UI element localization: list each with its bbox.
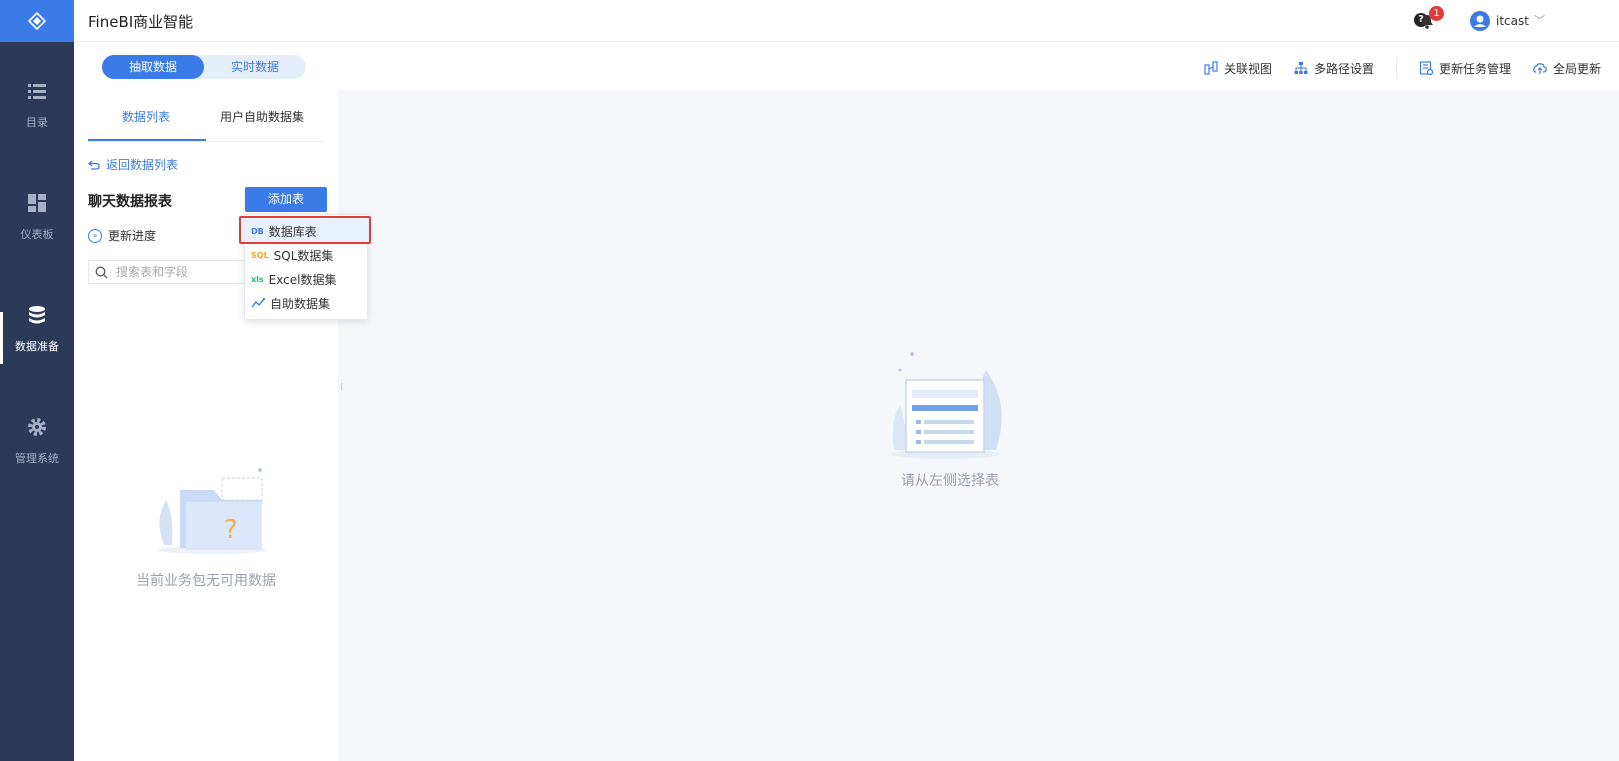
back-to-list-link[interactable]: 返回数据列表	[88, 156, 178, 173]
dashboard-icon	[28, 194, 46, 212]
chevron-down-icon[interactable]: ﹀	[1534, 12, 1545, 28]
toolbar-divider	[1395, 57, 1397, 79]
select-table-hint: 请从左侧选择表	[901, 473, 999, 489]
gear-icon	[28, 418, 46, 436]
multipath-settings-label: 多路径设置	[1313, 61, 1374, 76]
toolbar: 关联视图 多路径设置 更新任务管理 全局更新	[1204, 57, 1601, 79]
sql-icon: SQL	[251, 250, 269, 260]
menu-item-sql-dataset[interactable]: SQL SQL数据集	[245, 243, 369, 267]
user-icon	[1474, 15, 1486, 27]
extract-data-button[interactable]: 抽取数据	[102, 55, 204, 79]
select-table-illustration	[891, 352, 1002, 459]
highlight-box	[239, 216, 371, 244]
empty-package-text: 当前业务包无可用数据	[136, 573, 276, 589]
nav-item-admin[interactable]: 管理系统	[0, 416, 74, 466]
menu-item-excel-dataset[interactable]: xls Excel数据集	[245, 267, 369, 291]
search-icon	[95, 266, 108, 278]
list-icon	[28, 84, 46, 99]
top-header: FineBI商业智能 ? 1 itcast ﹀	[74, 0, 1619, 42]
side-nav: 目录 仪表板 数据准备 管理系统	[0, 0, 74, 761]
excel-icon: xls	[251, 274, 264, 284]
tab-self-service-dataset[interactable]: 用户自助数据集	[220, 108, 304, 125]
app-title: FineBI商业智能	[88, 13, 194, 31]
package-title: 聊天数据报表	[88, 194, 172, 210]
sub-header: 抽取数据 实时数据 关联视图 多路径设置 更新任务管理 全局更新	[74, 42, 1619, 90]
back-arrow-icon	[88, 160, 100, 170]
menu-item-self-service-dataset-label: 自助数据集	[270, 296, 331, 311]
progress-icon: »	[88, 228, 102, 243]
nav-label-dashboard: 仪表板	[20, 228, 54, 241]
back-to-list-label: 返回数据列表	[106, 158, 179, 172]
svg-text:?: ?	[224, 515, 238, 545]
logo-icon	[28, 12, 46, 30]
relation-view-button[interactable]: 关联视图	[1204, 60, 1272, 77]
nav-label-admin: 管理系统	[15, 452, 59, 465]
nav-label-data-prep: 数据准备	[15, 340, 59, 353]
tab-divider	[88, 141, 324, 142]
tab-data-list[interactable]: 数据列表	[122, 108, 170, 125]
nav-item-data-prep[interactable]: 数据准备	[0, 304, 74, 354]
add-table-button[interactable]: 添加表	[245, 187, 327, 212]
nav-label-catalog: 目录	[26, 116, 48, 129]
empty-folder-illustration: ?	[157, 468, 267, 554]
nav-item-catalog[interactable]: 目录	[0, 80, 74, 130]
multipath-settings-button[interactable]: 多路径设置	[1294, 60, 1374, 77]
active-tab-underline	[88, 139, 206, 141]
global-update-label: 全局更新	[1552, 61, 1601, 76]
realtime-data-button[interactable]: 实时数据	[204, 55, 306, 79]
panel-resize-handle[interactable]: ⁞	[340, 382, 343, 393]
avatar[interactable]	[1470, 11, 1490, 31]
database-icon	[29, 306, 45, 324]
trend-line-icon	[251, 298, 265, 308]
nav-item-dashboard[interactable]: 仪表板	[0, 192, 74, 242]
preview-canvas: ⁞ 请从左侧选择表	[338, 90, 1619, 761]
data-list-panel: 数据列表 用户自助数据集 返回数据列表 聊天数据报表 添加表 » 更新进度 ? …	[74, 90, 338, 761]
data-mode-toggle: 抽取数据 实时数据	[102, 55, 306, 79]
menu-item-self-service-dataset[interactable]: 自助数据集	[245, 291, 369, 315]
menu-item-excel-dataset-label: Excel数据集	[268, 272, 337, 287]
relation-view-label: 关联视图	[1223, 61, 1272, 76]
notification-badge: 1	[1429, 6, 1444, 21]
menu-item-sql-dataset-label: SQL数据集	[273, 248, 334, 263]
user-name[interactable]: itcast	[1496, 14, 1529, 28]
global-update-button[interactable]: 全局更新	[1533, 60, 1601, 77]
task-icon	[1419, 61, 1433, 75]
relation-icon	[1204, 61, 1218, 75]
notification-button[interactable]: 1	[1420, 6, 1444, 30]
hierarchy-icon	[1294, 62, 1308, 74]
update-progress-label: 更新进度	[108, 229, 157, 243]
update-progress-link[interactable]: » 更新进度	[88, 227, 156, 244]
logo[interactable]	[0, 0, 74, 42]
update-task-label: 更新任务管理	[1438, 61, 1511, 76]
cloud-icon	[1533, 63, 1547, 74]
update-task-button[interactable]: 更新任务管理	[1419, 60, 1511, 77]
